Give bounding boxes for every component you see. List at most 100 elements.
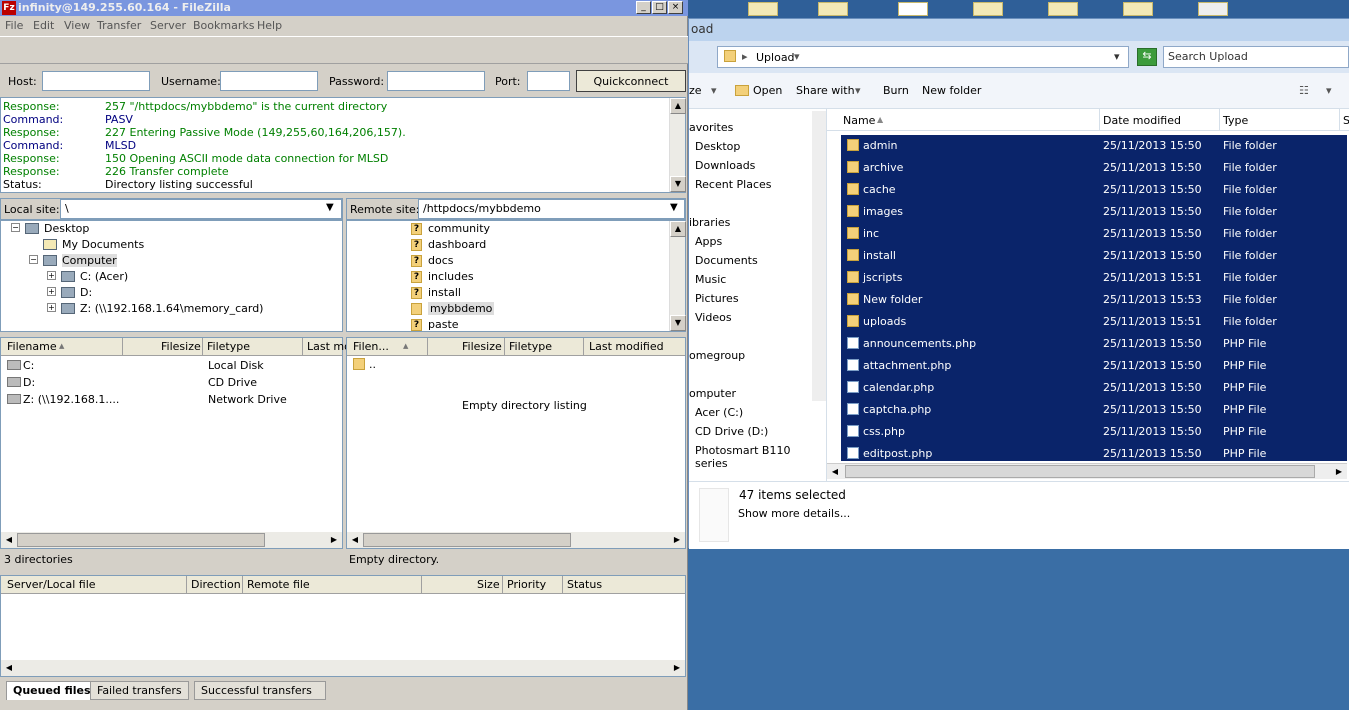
file-row[interactable]: calendar.php 25/11/2013 15:50 PHP File: [841, 377, 1347, 399]
remote-tree-scrollbar[interactable]: ▲ ▼: [669, 221, 686, 331]
collapse-icon[interactable]: −: [29, 255, 38, 264]
explorer-titlebar[interactable]: oad: [689, 19, 1349, 41]
column-last-modified[interactable]: Last modified: [589, 340, 664, 353]
address-dropdown-icon[interactable]: ▾: [1114, 50, 1120, 63]
column-filesize[interactable]: Filesize: [462, 340, 502, 353]
nav-homegroup[interactable]: omegroup: [689, 349, 745, 362]
file-row[interactable]: inc 25/11/2013 15:50 File folder: [841, 223, 1347, 245]
nav-scrollbar[interactable]: [812, 111, 826, 401]
file-row[interactable]: archive 25/11/2013 15:50 File folder: [841, 157, 1347, 179]
file-row[interactable]: captcha.php 25/11/2013 15:50 PHP File: [841, 399, 1347, 421]
nav-recent-places[interactable]: Recent Places: [695, 178, 772, 191]
scroll-up-icon[interactable]: ▲: [670, 98, 686, 114]
scroll-up-icon[interactable]: ▲: [670, 221, 686, 237]
share-with-button[interactable]: Share with: [796, 84, 855, 97]
desktop-folder-icon[interactable]: [1123, 2, 1153, 16]
burn-button[interactable]: Burn: [883, 84, 909, 97]
column-status[interactable]: Status: [567, 578, 602, 591]
filezilla-titlebar[interactable]: Fz infinity@149.255.60.164 - FileZilla _…: [0, 0, 688, 16]
nav-apps[interactable]: Apps: [695, 235, 722, 248]
remote-tree-item[interactable]: community: [428, 222, 490, 235]
maximize-icon[interactable]: □: [652, 1, 667, 14]
local-file-name[interactable]: Z: (\\192.168.1....: [23, 393, 119, 406]
nav-favorites[interactable]: avorites: [689, 121, 733, 134]
column-divider[interactable]: [504, 338, 505, 356]
column-divider[interactable]: [1099, 109, 1100, 131]
password-input[interactable]: [387, 71, 485, 91]
file-row[interactable]: jscripts 25/11/2013 15:51 File folder: [841, 267, 1347, 289]
scroll-right-icon[interactable]: ▶: [1331, 464, 1347, 479]
desktop-folder-icon[interactable]: [818, 2, 848, 16]
scroll-right-icon[interactable]: ▶: [669, 660, 685, 676]
file-row[interactable]: admin 25/11/2013 15:50 File folder: [841, 135, 1347, 157]
file-row[interactable]: images 25/11/2013 15:50 File folder: [841, 201, 1347, 223]
nav-downloads[interactable]: Downloads: [695, 159, 755, 172]
scroll-thumb[interactable]: [363, 533, 571, 547]
remote-tree-item[interactable]: mybbdemo: [428, 302, 495, 315]
column-divider[interactable]: [302, 338, 303, 356]
scroll-left-icon[interactable]: ◀: [1, 532, 17, 548]
nav-photosmart[interactable]: Photosmart B110 series: [695, 444, 826, 470]
scroll-down-icon[interactable]: ▼: [670, 176, 686, 192]
column-divider[interactable]: [1219, 109, 1220, 131]
nav-computer[interactable]: omputer: [689, 387, 736, 400]
scroll-thumb[interactable]: [17, 533, 265, 547]
scroll-right-icon[interactable]: ▶: [669, 532, 685, 548]
refresh-icon[interactable]: ⇆: [1137, 48, 1157, 66]
organize-button[interactable]: ze: [689, 84, 702, 97]
nav-libraries[interactable]: ibraries: [689, 216, 730, 229]
tree-item-label[interactable]: Z: (\\192.168.1.64\memory_card): [80, 302, 263, 315]
remote-site-path[interactable]: /httpdocs/mybbdemo: [418, 199, 685, 219]
tree-item-label[interactable]: Desktop: [44, 222, 89, 235]
desktop-folder-icon[interactable]: [973, 2, 1003, 16]
column-size[interactable]: Size: [477, 578, 500, 591]
column-direction[interactable]: Direction: [191, 578, 241, 591]
file-row[interactable]: editpost.php 25/11/2013 15:50 PHP File: [841, 443, 1347, 461]
desktop-folder-icon[interactable]: [1048, 2, 1078, 16]
column-filename[interactable]: Filename: [7, 340, 57, 353]
column-divider[interactable]: [427, 338, 428, 356]
chevron-down-icon[interactable]: ▾: [1326, 84, 1332, 97]
collapse-icon[interactable]: −: [11, 223, 20, 232]
scroll-left-icon[interactable]: ◀: [1, 660, 17, 676]
file-row[interactable]: cache 25/11/2013 15:50 File folder: [841, 179, 1347, 201]
file-list-scrollbar[interactable]: ◀ ▶: [827, 463, 1347, 479]
local-site-path[interactable]: \: [60, 199, 342, 219]
port-input[interactable]: [527, 71, 570, 91]
address-path-box[interactable]: ▸ Upload ▾ ▾: [717, 46, 1129, 68]
desktop-folder-icon[interactable]: [748, 2, 778, 16]
nav-drive-d[interactable]: CD Drive (D:): [695, 425, 768, 438]
desktop-file-icon[interactable]: [1198, 2, 1228, 16]
chevron-down-icon[interactable]: ▼: [326, 202, 334, 213]
tab-successful-transfers[interactable]: Successful transfers: [194, 681, 326, 700]
column-divider[interactable]: [502, 576, 503, 594]
tab-failed-transfers[interactable]: Failed transfers: [90, 681, 189, 700]
parent-directory-row[interactable]: ..: [369, 358, 376, 371]
column-divider[interactable]: [202, 338, 203, 356]
new-folder-button[interactable]: New folder: [922, 84, 981, 97]
remote-tree-item[interactable]: includes: [428, 270, 474, 283]
remote-tree-item[interactable]: install: [428, 286, 461, 299]
column-name[interactable]: Name: [843, 114, 875, 127]
local-list-hscrollbar[interactable]: ◀ ▶: [1, 532, 342, 548]
desktop-file-icon[interactable]: [898, 2, 928, 16]
breadcrumb-upload[interactable]: Upload: [756, 51, 795, 64]
expand-icon[interactable]: +: [47, 271, 56, 280]
scroll-right-icon[interactable]: ▶: [326, 532, 342, 548]
column-size[interactable]: S: [1343, 114, 1349, 127]
column-filesize[interactable]: Filesize: [161, 340, 201, 353]
remote-tree-item[interactable]: dashboard: [428, 238, 486, 251]
remote-tree-item[interactable]: paste: [428, 318, 459, 331]
file-row[interactable]: announcements.php 25/11/2013 15:50 PHP Fil…: [841, 333, 1347, 355]
nav-desktop[interactable]: Desktop: [695, 140, 740, 153]
queue-hscrollbar[interactable]: ◀ ▶: [1, 660, 685, 676]
column-divider[interactable]: [1339, 109, 1340, 131]
column-divider[interactable]: [583, 338, 584, 356]
expand-icon[interactable]: +: [47, 287, 56, 296]
search-input[interactable]: Search Upload: [1163, 46, 1349, 68]
file-row[interactable]: css.php 25/11/2013 15:50 PHP File: [841, 421, 1347, 443]
column-divider[interactable]: [186, 576, 187, 594]
expand-icon[interactable]: +: [47, 303, 56, 312]
scroll-left-icon[interactable]: ◀: [827, 464, 843, 479]
nav-videos[interactable]: Videos: [695, 311, 732, 324]
